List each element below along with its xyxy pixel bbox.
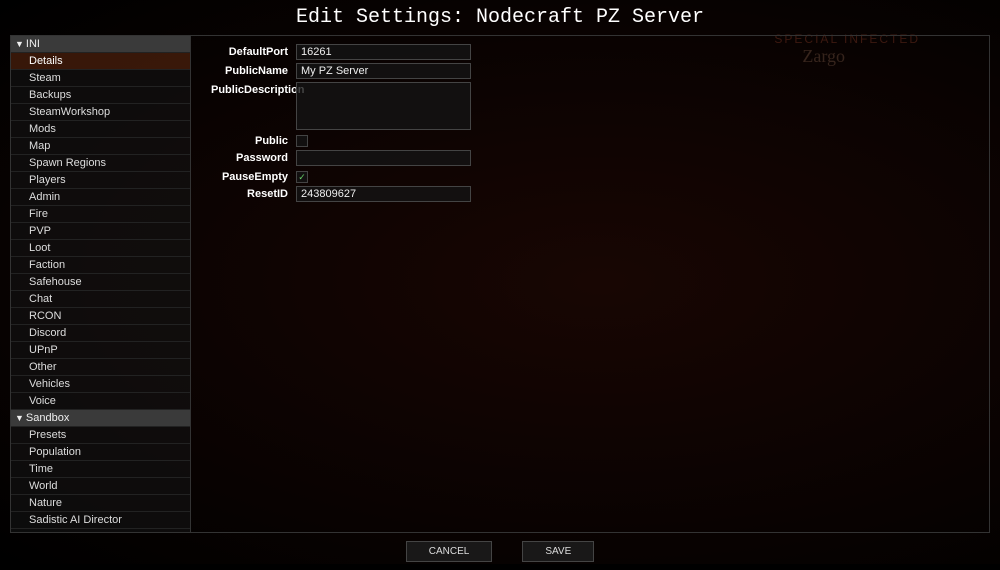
sidebar-item-sadistic-ai-director[interactable]: Sadistic AI Director (11, 512, 190, 529)
public-label: Public (211, 133, 296, 147)
sidebar-item-steam[interactable]: Steam (11, 70, 190, 87)
password-input[interactable] (296, 150, 471, 166)
sidebar-item-voice[interactable]: Voice (11, 393, 190, 410)
sidebar-group-ini[interactable]: ▼INI (11, 36, 190, 53)
sidebar-item-meta[interactable]: Meta (11, 529, 190, 532)
sidebar-item-steamworkshop[interactable]: SteamWorkshop (11, 104, 190, 121)
sidebar-item-other[interactable]: Other (11, 359, 190, 376)
defaultport-label: DefaultPort (211, 44, 296, 58)
sidebar-item-rcon[interactable]: RCON (11, 308, 190, 325)
sidebar-item-mods[interactable]: Mods (11, 121, 190, 138)
sidebar-item-spawn-regions[interactable]: Spawn Regions (11, 155, 190, 172)
sidebar-item-discord[interactable]: Discord (11, 325, 190, 342)
sidebar: ▼INIDetailsSteamBackupsSteamWorkshopMods… (11, 36, 191, 532)
public-checkbox[interactable] (296, 135, 308, 147)
resetid-input[interactable] (296, 186, 471, 202)
sidebar-item-admin[interactable]: Admin (11, 189, 190, 206)
content-panel: DefaultPort PublicName PublicDescription… (191, 36, 989, 532)
page-title: Edit Settings: Nodecraft PZ Server (0, 0, 1000, 35)
sidebar-item-players[interactable]: Players (11, 172, 190, 189)
sidebar-item-fire[interactable]: Fire (11, 206, 190, 223)
password-label: Password (211, 150, 296, 164)
sidebar-group-label: Sandbox (26, 412, 69, 424)
save-button[interactable]: SAVE (522, 541, 594, 562)
sidebar-item-world[interactable]: World (11, 478, 190, 495)
defaultport-input[interactable] (296, 44, 471, 60)
sidebar-item-time[interactable]: Time (11, 461, 190, 478)
sidebar-item-map[interactable]: Map (11, 138, 190, 155)
sidebar-item-vehicles[interactable]: Vehicles (11, 376, 190, 393)
publicdescription-input[interactable] (296, 82, 471, 130)
sidebar-item-loot[interactable]: Loot (11, 240, 190, 257)
sidebar-item-pvp[interactable]: PVP (11, 223, 190, 240)
resetid-label: ResetID (211, 186, 296, 200)
pauseempty-label: PauseEmpty (211, 169, 296, 183)
sidebar-item-backups[interactable]: Backups (11, 87, 190, 104)
publicname-input[interactable] (296, 63, 471, 79)
sidebar-item-details[interactable]: Details (11, 53, 190, 70)
sidebar-item-safehouse[interactable]: Safehouse (11, 274, 190, 291)
sidebar-item-upnp[interactable]: UPnP (11, 342, 190, 359)
sidebar-item-faction[interactable]: Faction (11, 257, 190, 274)
sidebar-group-label: INI (26, 38, 40, 50)
chevron-down-icon: ▼ (15, 413, 24, 423)
sidebar-item-chat[interactable]: Chat (11, 291, 190, 308)
cancel-button[interactable]: CANCEL (406, 541, 493, 562)
chevron-down-icon: ▼ (15, 39, 24, 49)
pauseempty-checkbox[interactable] (296, 171, 308, 183)
settings-window: ▼INIDetailsSteamBackupsSteamWorkshopMods… (10, 35, 990, 533)
sidebar-item-population[interactable]: Population (11, 444, 190, 461)
sidebar-item-nature[interactable]: Nature (11, 495, 190, 512)
footer: CANCEL SAVE (0, 533, 1000, 570)
publicname-label: PublicName (211, 63, 296, 77)
sidebar-item-presets[interactable]: Presets (11, 427, 190, 444)
publicdescription-label: PublicDescription (211, 82, 296, 96)
sidebar-group-sandbox[interactable]: ▼Sandbox (11, 410, 190, 427)
sidebar-scroll[interactable]: ▼INIDetailsSteamBackupsSteamWorkshopMods… (11, 36, 190, 532)
